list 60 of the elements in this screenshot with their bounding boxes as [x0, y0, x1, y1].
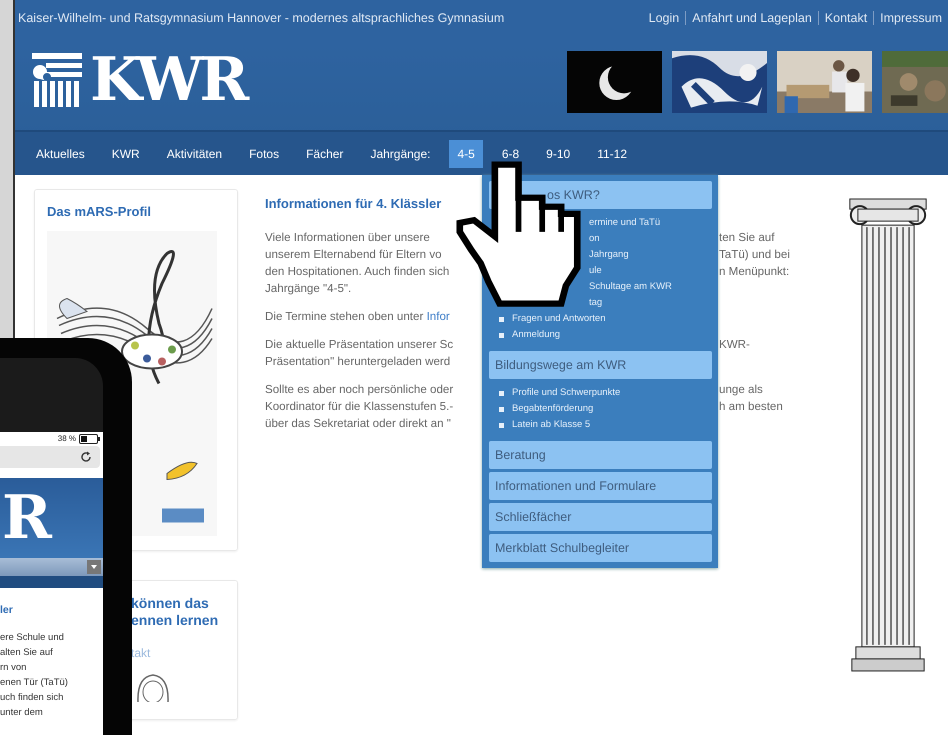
article-text: unserem Elternabend für Eltern vo	[265, 248, 442, 261]
article-text: alten Sie auf	[0, 646, 54, 660]
logo-text: R	[2, 488, 52, 548]
card-title: können das	[131, 595, 209, 612]
article-link[interactable]: Infor	[426, 310, 450, 323]
article-text: unter dem	[0, 706, 44, 720]
submenu-item[interactable]: Anmeldung	[512, 327, 560, 343]
article-text: Die aktuelle Präsentation unserer Sc	[265, 338, 454, 351]
column-icon	[32, 53, 82, 107]
nav-tab[interactable]: Aktuelles	[28, 140, 93, 168]
top-link[interactable]: Login	[642, 11, 686, 25]
article-text: ere Schule und	[0, 631, 65, 645]
nav-tab[interactable]: Fotos	[241, 140, 288, 168]
reload-icon[interactable]	[80, 451, 92, 463]
top-link[interactable]: Anfahrt und Lageplan	[685, 11, 818, 25]
article-text: über das Sekretariat oder direkt an "	[265, 417, 451, 430]
nav-tab[interactable]: KWR	[104, 140, 148, 168]
address-field[interactable]	[0, 446, 100, 468]
article-text: unge als	[719, 382, 763, 398]
article-text: n Menüpunkt:	[719, 264, 790, 280]
article-text: uch finden sich	[0, 691, 64, 705]
top-link[interactable]: Impressum	[873, 11, 948, 25]
nav-tab[interactable]: 9-10	[538, 140, 578, 168]
site-title: Kaiser-Wilhelm- und Ratsgymnasium Hannover - modernes altsprachliches Gymnasium	[18, 11, 504, 25]
card-title: Das mARS-Profil	[47, 204, 152, 219]
article-text: Sollte es aber noch persönliche oder	[265, 383, 454, 396]
nav-tab[interactable]: 11-12	[589, 140, 636, 168]
article-text: Die Termine stehen oben unter	[265, 310, 424, 323]
article-text: den Hospitationen. Auch finden sich	[265, 265, 450, 278]
article-text: enen Tür (TaTü)	[0, 676, 69, 690]
battery-text: 38 %	[58, 434, 76, 443]
menu-item[interactable]: Beratung	[489, 441, 712, 469]
submenu-item[interactable]: Fragen und Antworten	[512, 311, 606, 327]
top-link[interactable]: Kontakt	[818, 11, 874, 25]
logo-text: KWR	[90, 50, 248, 110]
article-text: KWR-	[719, 337, 750, 353]
menu-item[interactable]: Informationen und Formulare	[489, 472, 712, 500]
contact-link[interactable]: takt	[131, 646, 150, 660]
article-text: rn von	[0, 661, 28, 675]
card-title: ennen lernen	[131, 612, 218, 629]
submenu-item[interactable]: Begabtenförderung	[512, 401, 594, 417]
article-text: Koordinator für die Klassenstufen 5.-	[265, 400, 454, 413]
article-heading: ler	[0, 604, 14, 616]
submenu-item[interactable]: Profile und Schwerpunkte	[512, 385, 620, 401]
nav-tab[interactable]: Aktivitäten	[158, 140, 230, 168]
menu-item[interactable]: Merkblatt Schulbegleiter	[489, 534, 712, 562]
article-text: Viele Informationen über unsere	[265, 231, 430, 244]
nav-tab[interactable]: 4-5	[449, 140, 483, 168]
nav-tab[interactable]: Fächer	[298, 140, 352, 168]
article-heading: Informationen für 4. Klässler	[265, 196, 442, 211]
article-text: TaTü) und bei	[719, 247, 790, 263]
menu-item[interactable]: Schließfächer	[489, 503, 712, 531]
menu-item[interactable]: Bildungswege am KWR	[489, 351, 712, 379]
article-text: Jahrgänge "4-5".	[265, 282, 352, 295]
article-text: h am besten	[719, 399, 783, 415]
menu-select[interactable]	[0, 558, 103, 576]
submenu-item[interactable]: Latein ab Klasse 5	[512, 417, 590, 433]
nav-label: Jahrgänge:	[369, 146, 432, 162]
article-text: Präsentation" heruntergeladen werd	[265, 355, 450, 368]
article-text: ten Sie auf	[719, 230, 774, 246]
